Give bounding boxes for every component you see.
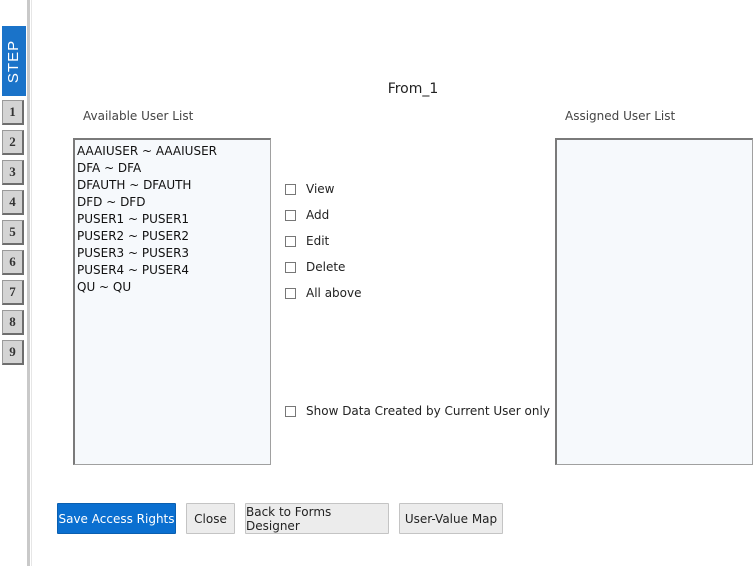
add-permission[interactable]: Add bbox=[285, 208, 329, 222]
edit-checkbox[interactable] bbox=[285, 235, 296, 247]
list-item[interactable]: QU ~ QU bbox=[75, 279, 270, 296]
form-title: From_1 bbox=[387, 81, 439, 97]
view-permission[interactable]: View bbox=[285, 182, 334, 196]
list-item[interactable]: PUSER4 ~ PUSER4 bbox=[75, 262, 270, 279]
edit-label: Edit bbox=[306, 234, 330, 248]
step-5-button[interactable]: 5 bbox=[2, 220, 24, 245]
user-value-map-button[interactable]: User-Value Map bbox=[399, 503, 503, 534]
list-item[interactable]: AAAIUSER ~ AAAIUSER bbox=[75, 143, 270, 160]
list-item[interactable]: PUSER3 ~ PUSER3 bbox=[75, 245, 270, 262]
current-user-only-checkbox[interactable] bbox=[285, 405, 296, 417]
delete-label: Delete bbox=[306, 260, 346, 274]
view-label: View bbox=[306, 182, 335, 196]
step-label: STEP bbox=[2, 26, 26, 96]
current-user-only-label: Show Data Created by Current User only bbox=[306, 404, 550, 418]
all-above-label: All above bbox=[306, 286, 362, 300]
step-6-button[interactable]: 6 bbox=[2, 250, 24, 275]
step-3-button[interactable]: 3 bbox=[2, 160, 24, 185]
step-4-button[interactable]: 4 bbox=[2, 190, 24, 215]
list-item[interactable]: PUSER1 ~ PUSER1 bbox=[75, 211, 270, 228]
step-rail: STEP 1 2 3 4 5 6 7 8 9 bbox=[0, 0, 27, 566]
delete-permission[interactable]: Delete bbox=[285, 260, 345, 274]
current-user-only-option[interactable]: Show Data Created by Current User only bbox=[285, 404, 550, 418]
edit-permission[interactable]: Edit bbox=[285, 234, 329, 248]
list-item[interactable]: DFD ~ DFD bbox=[75, 194, 270, 211]
all-above-permission[interactable]: All above bbox=[285, 286, 362, 300]
all-above-checkbox[interactable] bbox=[285, 287, 296, 299]
rail-divider-inner bbox=[31, 0, 32, 566]
add-label: Add bbox=[306, 208, 330, 222]
back-to-forms-designer-button[interactable]: Back to Forms Designer bbox=[245, 503, 389, 534]
list-item[interactable]: PUSER2 ~ PUSER2 bbox=[75, 228, 270, 245]
step-label-text: STEP bbox=[5, 39, 23, 83]
close-button[interactable]: Close bbox=[186, 503, 235, 534]
delete-checkbox[interactable] bbox=[285, 261, 296, 273]
assigned-user-list[interactable] bbox=[555, 138, 753, 465]
add-checkbox[interactable] bbox=[285, 209, 296, 221]
list-item[interactable]: DFA ~ DFA bbox=[75, 160, 270, 177]
view-checkbox[interactable] bbox=[285, 183, 296, 195]
assigned-user-list-label: Assigned User List bbox=[565, 109, 676, 123]
step-1-button[interactable]: 1 bbox=[2, 100, 24, 125]
list-item[interactable]: DFAUTH ~ DFAUTH bbox=[75, 177, 270, 194]
available-user-list-label: Available User List bbox=[83, 109, 194, 123]
save-access-rights-button[interactable]: Save Access Rights bbox=[57, 503, 176, 534]
rail-divider bbox=[27, 0, 30, 566]
step-7-button[interactable]: 7 bbox=[2, 280, 24, 305]
step-9-button[interactable]: 9 bbox=[2, 340, 24, 365]
available-user-list[interactable]: AAAIUSER ~ AAAIUSER DFA ~ DFA DFAUTH ~ D… bbox=[73, 138, 271, 465]
step-2-button[interactable]: 2 bbox=[2, 130, 24, 155]
step-8-button[interactable]: 8 bbox=[2, 310, 24, 335]
